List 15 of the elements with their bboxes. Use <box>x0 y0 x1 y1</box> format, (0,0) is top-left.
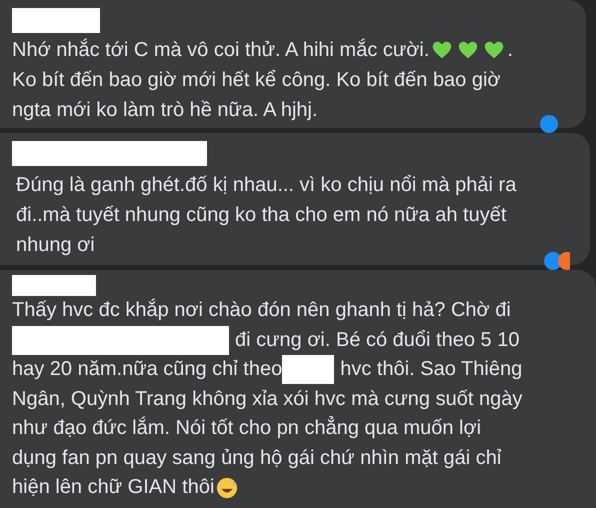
comment-text: đi cưng ơi. Bé có đuổi theo 5 10 <box>235 328 520 352</box>
comment-text: hvc thôi. Sao Thiêng <box>340 357 522 382</box>
comment-text: . <box>507 38 513 63</box>
comment-text: Nhớ nhắc tới C mà vô coi thử. A hihi mắc cười. <box>12 38 430 63</box>
comment-text: Ngân, Quỳnh Trang không xỉa xói hvc mà cưng suốt ngày <box>12 386 522 412</box>
comment-text: Ko bít đến bao giờ mới hết kể công. Ko bít đến bao giờ <box>12 68 501 93</box>
comment-text: đi..mà tuyết nhung cũng ko tha cho em nó nữa ah tuyết <box>16 203 506 228</box>
comment-text: Thấy hvc đc khắp nơi chào đón nên ghanh tị hả? Chờ đi <box>12 298 511 323</box>
comment-text: ngta mới ko làm trò hề nữa. A hjhj. <box>12 98 318 123</box>
comment-text: hiện lên chữ GIAN thôi <box>12 475 214 500</box>
comment-text: hay 20 năm.nữa cũng chỉ theo <box>12 357 282 382</box>
comment-text: Đúng là ganh ghét.đố kị nhau... vì ko chịu nổi mà phải ra <box>16 173 516 198</box>
comment-text: như đạo đức lắm. Nói tốt cho pn chẳng qua muốn lợi <box>12 415 482 441</box>
comment-text: dụng fan pn quay sang ủng hộ gái chứ nhìn mặt gái chỉ <box>12 446 502 470</box>
comment-text: nhung ơi <box>16 233 95 258</box>
